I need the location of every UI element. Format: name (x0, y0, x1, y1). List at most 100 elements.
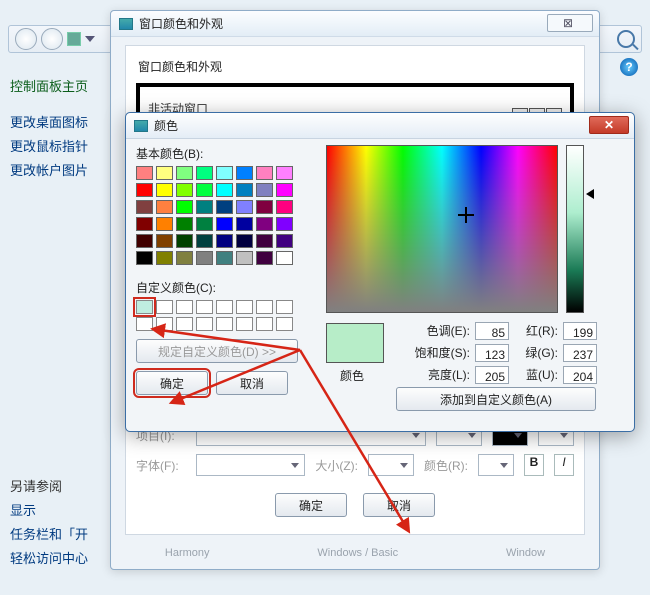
custom-color-swatch[interactable] (136, 317, 153, 331)
sidebar-link[interactable]: 更改桌面图标 (10, 111, 110, 135)
basic-color-swatch[interactable] (216, 183, 233, 197)
green-input[interactable]: 237 (563, 344, 597, 362)
close-button[interactable]: ✕ (589, 116, 629, 134)
theme-name[interactable]: Harmony (165, 547, 210, 559)
basic-color-swatch[interactable] (156, 251, 173, 265)
basic-color-swatch[interactable] (276, 200, 293, 214)
color-cancel-button[interactable]: 取消 (216, 371, 288, 395)
theme-name[interactable]: Window (506, 547, 545, 559)
bold-button[interactable]: B (524, 454, 544, 476)
basic-color-swatch[interactable] (256, 183, 273, 197)
sat-input[interactable]: 123 (475, 344, 509, 362)
custom-color-swatch[interactable] (176, 300, 193, 314)
custom-color-swatch[interactable] (156, 300, 173, 314)
italic-button[interactable]: I (554, 454, 574, 476)
basic-color-swatch[interactable] (216, 200, 233, 214)
basic-color-swatch[interactable] (236, 234, 253, 248)
sidebar-link[interactable]: 更改帐户图片 (10, 159, 110, 183)
forward-icon[interactable] (41, 28, 63, 50)
basic-color-swatch[interactable] (156, 234, 173, 248)
dialog1-cancel-button[interactable]: 取消 (363, 493, 435, 517)
basic-color-swatch[interactable] (196, 166, 213, 180)
add-to-custom-button[interactable]: 添加到自定义颜色(A) (396, 387, 596, 411)
dialog2-titlebar[interactable]: 颜色 (126, 113, 634, 139)
basic-color-swatch[interactable] (156, 217, 173, 231)
color-ok-button[interactable]: 确定 (136, 371, 208, 395)
basic-color-swatch[interactable] (236, 217, 253, 231)
define-custom-color-button[interactable]: 规定自定义颜色(D) >> (136, 339, 298, 363)
basic-colors-grid[interactable] (136, 166, 316, 265)
custom-color-swatch[interactable] (256, 300, 273, 314)
custom-color-swatch[interactable] (196, 317, 213, 331)
basic-color-swatch[interactable] (136, 217, 153, 231)
custom-color-swatch[interactable] (256, 317, 273, 331)
basic-color-swatch[interactable] (236, 200, 253, 214)
basic-color-swatch[interactable] (176, 234, 193, 248)
basic-color-swatch[interactable] (156, 200, 173, 214)
custom-color-swatch[interactable] (276, 300, 293, 314)
sidebar-link[interactable]: 轻松访问中心 (10, 547, 110, 571)
basic-color-swatch[interactable] (256, 251, 273, 265)
blue-input[interactable]: 204 (563, 366, 597, 384)
luminance-bar[interactable] (566, 145, 584, 313)
custom-color-swatch[interactable] (136, 300, 153, 314)
custom-color-swatch[interactable] (176, 317, 193, 331)
basic-color-swatch[interactable] (136, 166, 153, 180)
cp-home-link[interactable]: 控制面板主页 (10, 75, 110, 99)
custom-color-swatch[interactable] (196, 300, 213, 314)
basic-color-swatch[interactable] (236, 251, 253, 265)
basic-color-swatch[interactable] (276, 251, 293, 265)
basic-color-swatch[interactable] (216, 217, 233, 231)
theme-name[interactable]: Windows / Basic (317, 547, 398, 559)
search-icon[interactable] (617, 30, 635, 48)
basic-color-swatch[interactable] (176, 166, 193, 180)
basic-color-swatch[interactable] (216, 251, 233, 265)
basic-color-swatch[interactable] (216, 166, 233, 180)
red-input[interactable]: 199 (563, 322, 597, 340)
basic-color-swatch[interactable] (196, 251, 213, 265)
custom-color-swatch[interactable] (276, 317, 293, 331)
size-dropdown[interactable] (368, 454, 414, 476)
basic-color-swatch[interactable] (256, 166, 273, 180)
luminance-pointer-icon[interactable] (586, 189, 594, 199)
basic-color-swatch[interactable] (196, 234, 213, 248)
custom-color-swatch[interactable] (236, 317, 253, 331)
basic-color-swatch[interactable] (156, 166, 173, 180)
font-color-dropdown[interactable] (478, 454, 514, 476)
custom-colors-grid[interactable] (136, 300, 316, 331)
back-icon[interactable] (15, 28, 37, 50)
basic-color-swatch[interactable] (236, 183, 253, 197)
basic-color-swatch[interactable] (196, 200, 213, 214)
custom-color-swatch[interactable] (216, 317, 233, 331)
custom-color-swatch[interactable] (216, 300, 233, 314)
lum-input[interactable]: 205 (475, 366, 509, 384)
basic-color-swatch[interactable] (256, 234, 273, 248)
basic-color-swatch[interactable] (276, 183, 293, 197)
help-icon[interactable]: ? (620, 58, 638, 76)
color-gradient-field[interactable] (326, 145, 558, 313)
basic-color-swatch[interactable] (196, 217, 213, 231)
basic-color-swatch[interactable] (276, 217, 293, 231)
custom-color-swatch[interactable] (236, 300, 253, 314)
chevron-down-icon[interactable] (85, 36, 95, 42)
basic-color-swatch[interactable] (176, 183, 193, 197)
dialog1-ok-button[interactable]: 确定 (275, 493, 347, 517)
basic-color-swatch[interactable] (236, 166, 253, 180)
basic-color-swatch[interactable] (216, 234, 233, 248)
basic-color-swatch[interactable] (136, 234, 153, 248)
basic-color-swatch[interactable] (276, 234, 293, 248)
basic-color-swatch[interactable] (136, 251, 153, 265)
sidebar-link[interactable]: 更改鼠标指针 (10, 135, 110, 159)
basic-color-swatch[interactable] (256, 200, 273, 214)
basic-color-swatch[interactable] (176, 217, 193, 231)
sidebar-link[interactable]: 显示 (10, 499, 110, 523)
basic-color-swatch[interactable] (196, 183, 213, 197)
basic-color-swatch[interactable] (156, 183, 173, 197)
hue-input[interactable]: 85 (475, 322, 509, 340)
basic-color-swatch[interactable] (176, 200, 193, 214)
font-dropdown[interactable] (196, 454, 305, 476)
window-control-box[interactable]: ⊠ (547, 14, 593, 32)
sidebar-link[interactable]: 任务栏和「开 (10, 523, 110, 547)
custom-color-swatch[interactable] (156, 317, 173, 331)
basic-color-swatch[interactable] (256, 217, 273, 231)
